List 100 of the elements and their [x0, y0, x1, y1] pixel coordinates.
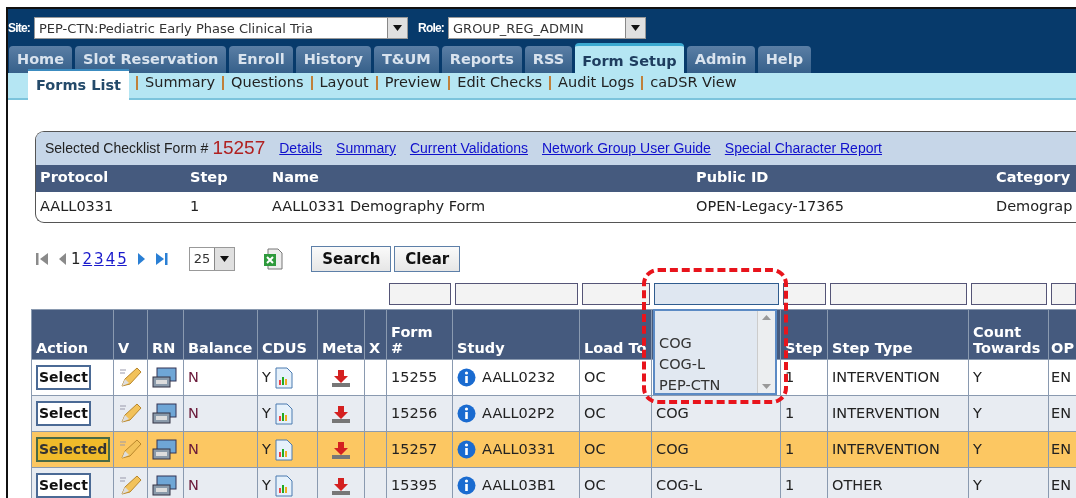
dropdown-option[interactable]: COG [659, 333, 692, 354]
table-cell: Y [262, 476, 271, 493]
toolbar-button[interactable]: Clear [394, 246, 461, 272]
computer-icon[interactable] [152, 366, 178, 389]
nav-tab[interactable]: Slot Reservation [75, 46, 227, 73]
info-icon[interactable] [457, 404, 477, 424]
table-cell: EN [1051, 404, 1072, 421]
table-cell: N [188, 476, 199, 493]
table-cell-text: Demograp [995, 197, 1074, 216]
filter-field[interactable] [829, 283, 967, 305]
page-link[interactable]: 5 [116, 247, 128, 271]
sub-tab[interactable]: Preview [384, 70, 442, 98]
filter-field[interactable] [1050, 283, 1076, 305]
page-link[interactable]: 2 [81, 247, 94, 271]
role-label: Role: [418, 20, 445, 37]
column-header: X [369, 340, 381, 357]
download-icon[interactable] [331, 368, 351, 387]
scroll-down-icon [762, 384, 772, 389]
column-header: Category [992, 165, 1076, 192]
column-header: Count Towards [973, 323, 1041, 357]
filter-field[interactable] [581, 283, 650, 305]
nav-tab[interactable]: Admin [686, 46, 755, 73]
computer-icon[interactable] [152, 474, 178, 497]
table-cell: COG-L [656, 476, 703, 493]
sub-tab[interactable]: Summary [145, 70, 216, 98]
sub-tab[interactable]: Forms List [28, 69, 129, 100]
table-cell: AALL0331 [482, 440, 556, 457]
column-header: Public ID [692, 165, 992, 192]
nav-tab[interactable]: History [295, 46, 371, 73]
pencil-icon[interactable] [118, 365, 142, 390]
table-cell: N [188, 368, 199, 385]
nav-tab[interactable]: Form Setup [575, 43, 684, 73]
dropdown-option[interactable]: COG-L [659, 354, 706, 375]
table-cell: INTERVENTION [832, 404, 940, 421]
table-cell-text: OPEN-Legacy-17365 [695, 197, 845, 216]
table-cell: COG [656, 404, 689, 421]
select-button[interactable]: Select [36, 401, 91, 426]
table-cell: OC [584, 404, 606, 421]
sub-tab[interactable]: caDSR View [650, 70, 737, 98]
previous-page-icon [58, 251, 67, 267]
info-icon[interactable] [457, 368, 477, 388]
page-link[interactable]: 4 [104, 247, 117, 271]
filter-field[interactable] [388, 283, 451, 305]
filter-field[interactable] [970, 283, 1047, 305]
nav-tab[interactable]: Reports [441, 46, 522, 73]
computer-icon[interactable] [152, 438, 178, 461]
table-cell: OC [584, 368, 606, 385]
panel-link[interactable]: Special Character Report [724, 138, 882, 159]
dropdown-option[interactable]: PEP-CTN [659, 375, 721, 396]
download-icon[interactable] [331, 440, 351, 459]
nav-tab[interactable]: Home [9, 46, 73, 73]
sub-tab[interactable]: Layout [319, 70, 369, 98]
filter-field[interactable] [653, 283, 779, 305]
filter-field[interactable] [454, 283, 578, 305]
chart-document-icon [274, 366, 293, 389]
page-size-select[interactable]: 25 [188, 247, 236, 271]
site-select[interactable]: PEP-CTN:Pediatric Early Phase Clinical Tria [34, 17, 408, 39]
table-cell: COG [656, 440, 689, 457]
select-button[interactable]: Select [36, 365, 91, 390]
select-button[interactable]: Select [36, 473, 91, 498]
filter-field[interactable] [782, 283, 826, 305]
panel-link[interactable]: Details [279, 138, 323, 159]
panel-link[interactable]: Network Group User Guide [542, 138, 711, 159]
selected-form-label: Selected Checklist Form # [45, 139, 209, 158]
sub-tab[interactable]: Edit Checks [457, 70, 543, 98]
role-select[interactable]: GROUP_REG_ADMIN [448, 17, 647, 39]
info-icon[interactable] [457, 476, 477, 496]
table-cell: 15395 [391, 476, 438, 493]
download-icon[interactable] [331, 404, 351, 423]
site-label: Site: [8, 20, 30, 37]
table-cell-text: 1 [189, 197, 201, 216]
column-header: Form # [391, 323, 433, 357]
select-button[interactable]: Selected [36, 437, 111, 462]
computer-icon[interactable] [152, 402, 178, 425]
table-cell: 1 [785, 476, 795, 493]
spreadsheet-icon[interactable] [263, 248, 284, 270]
nav-tab[interactable]: RSS [524, 46, 573, 73]
table-cell: AALL03B1 [482, 476, 557, 493]
page-link[interactable]: 1 [70, 247, 82, 271]
sub-tab[interactable]: Audit Logs [558, 70, 635, 98]
column-header: Step Type [832, 340, 913, 357]
nav-tab[interactable]: Help [757, 46, 812, 73]
toolbar-button[interactable]: Search [311, 246, 392, 272]
nav-tab[interactable]: T&UM [373, 46, 439, 73]
panel-link[interactable]: Summary [336, 138, 396, 159]
info-icon[interactable] [457, 440, 477, 460]
page-link[interactable]: 3 [93, 247, 105, 271]
caret-icon [631, 25, 641, 31]
nav-tab[interactable]: Enroll [229, 46, 293, 73]
column-header: V [118, 340, 130, 357]
panel-link[interactable]: Current Validations [409, 138, 528, 159]
chart-document-icon [274, 402, 293, 425]
table-cell: OC [584, 476, 606, 493]
chart-document-icon [274, 438, 293, 461]
download-icon[interactable] [331, 476, 351, 495]
sub-tab[interactable]: Questions [231, 70, 304, 98]
column-header: Step [186, 165, 268, 192]
filter-dropdown-list[interactable]: COG COG-L PEP-CTN [653, 309, 778, 395]
caret-icon [220, 256, 230, 262]
column-header: CDUS [262, 340, 307, 357]
